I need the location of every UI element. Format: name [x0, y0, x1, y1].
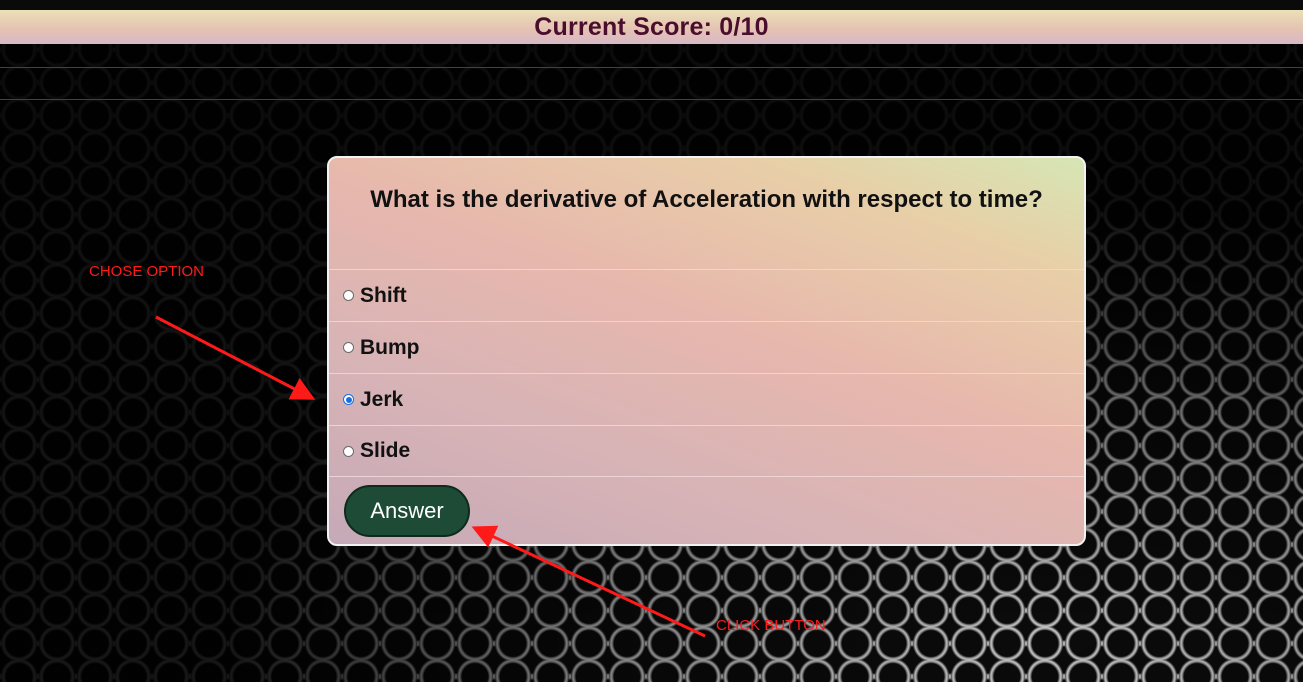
option-label: Jerk — [360, 387, 404, 411]
option-bump[interactable]: Bump — [329, 321, 1084, 373]
option-slide[interactable]: Slide — [329, 425, 1084, 477]
answer-options: Shift Bump Jerk Slide — [329, 269, 1084, 477]
answer-button[interactable]: Answer — [344, 485, 470, 537]
top-strip — [0, 0, 1303, 10]
score-bar: Current Score: 0/10 — [0, 10, 1303, 44]
radio-button[interactable] — [343, 290, 354, 301]
option-label: Slide — [360, 439, 411, 462]
divider-line — [0, 67, 1303, 68]
radio-button-selected[interactable] — [343, 394, 354, 405]
radio-button[interactable] — [343, 342, 354, 353]
divider-line — [0, 99, 1303, 100]
option-jerk[interactable]: Jerk — [329, 373, 1084, 425]
radio-button[interactable] — [343, 445, 354, 457]
current-score: Current Score: 0/10 — [534, 13, 769, 41]
option-label: Shift — [360, 283, 407, 307]
annotation-click-button: CLICK BUTTON — [716, 617, 826, 634]
option-shift[interactable]: Shift — [329, 269, 1084, 321]
arrow-to-option — [155, 315, 316, 400]
annotation-choose-option: CHOSE OPTION — [89, 263, 205, 280]
option-label: Bump — [360, 335, 420, 359]
question-text: What is the derivative of Acceleration w… — [370, 186, 1043, 213]
quiz-card: What is the derivative of Acceleration w… — [327, 156, 1086, 546]
